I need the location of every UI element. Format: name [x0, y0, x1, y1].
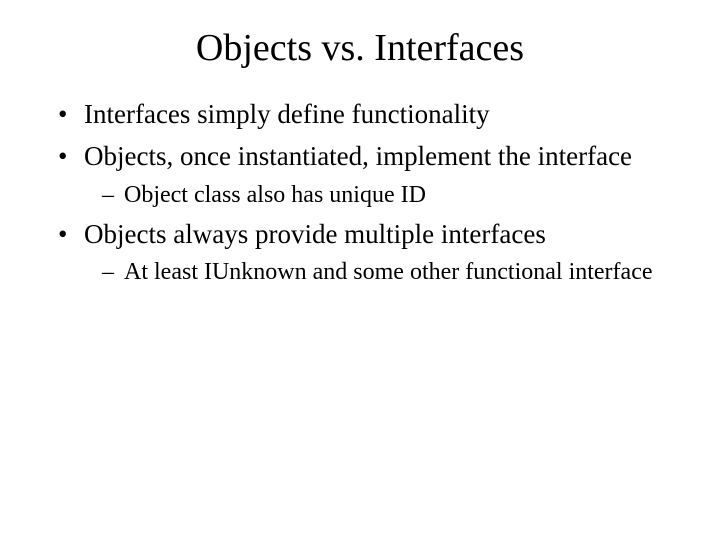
slide: Objects vs. Interfaces Interfaces simply… — [0, 0, 720, 540]
sub-bullet-text: At least IUnknown and some other functio… — [124, 259, 653, 285]
sub-bullet-text: Object class also has unique ID — [124, 182, 426, 208]
bullet-item: Interfaces simply define functionality — [54, 98, 672, 132]
bullet-item: Objects, once instantiated, implement th… — [54, 140, 672, 210]
bullet-text: Objects always provide multiple interfac… — [84, 219, 546, 249]
sub-bullet-item: At least IUnknown and some other functio… — [102, 257, 672, 287]
bullet-text: Interfaces simply define functionality — [84, 99, 490, 129]
sub-bullet-list: At least IUnknown and some other functio… — [102, 257, 672, 287]
sub-bullet-list: Object class also has unique ID — [102, 180, 672, 210]
bullet-list: Interfaces simply define functionality O… — [54, 98, 672, 287]
sub-bullet-item: Object class also has unique ID — [102, 180, 672, 210]
slide-title: Objects vs. Interfaces — [48, 26, 672, 70]
bullet-item: Objects always provide multiple interfac… — [54, 218, 672, 288]
bullet-text: Objects, once instantiated, implement th… — [84, 141, 632, 171]
